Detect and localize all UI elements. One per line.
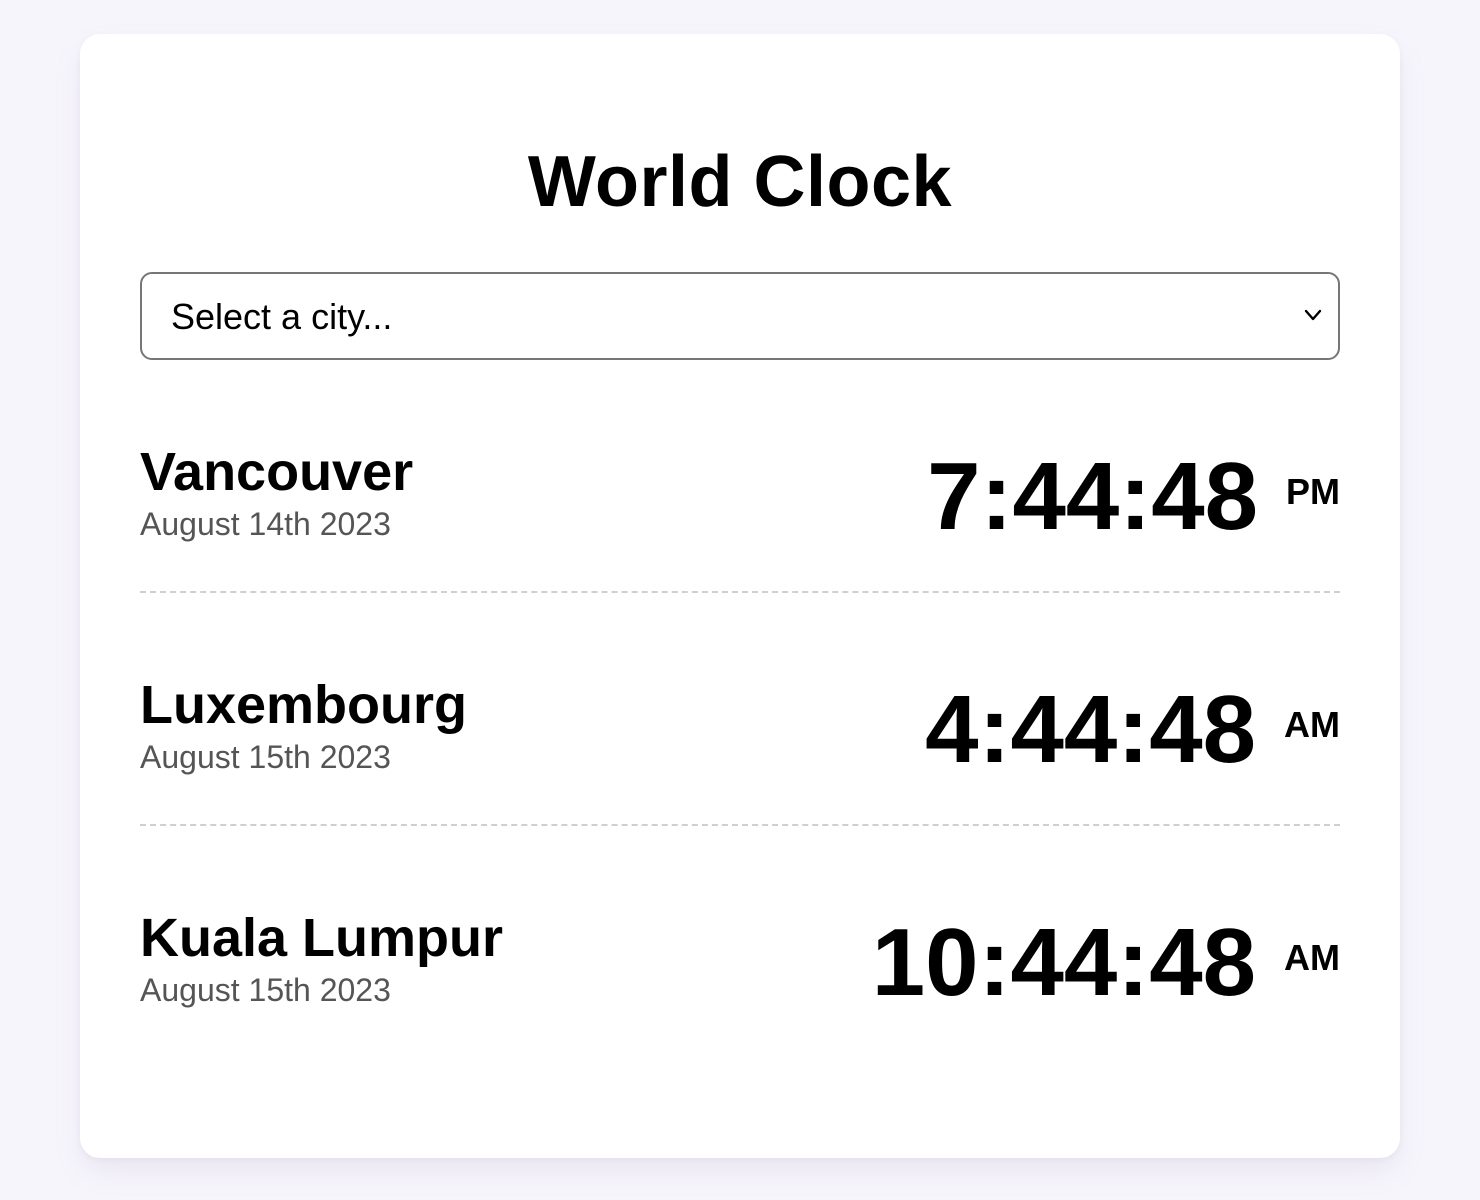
time-period: PM [1286, 471, 1340, 512]
city-date: August 15th 2023 [140, 739, 391, 775]
city-info: Vancouver August 14th 2023 [140, 442, 413, 542]
city-time: 10:44:48 AM [872, 908, 1340, 1018]
time-period: AM [1284, 704, 1340, 745]
city-date: August 15th 2023 [140, 972, 391, 1008]
city-time: 7:44:48 PM [927, 442, 1340, 552]
city-list: Vancouver August 14th 2023 7:44:48 PM Lu… [140, 360, 1340, 1059]
city-select[interactable]: Select a city... [140, 272, 1340, 360]
city-info: Luxembourg August 15th 2023 [140, 675, 467, 775]
time-value: 10:44:48 [871, 909, 1256, 1016]
city-row-luxembourg: Luxembourg August 15th 2023 4:44:48 AM [140, 593, 1340, 826]
chevron-down-icon [1304, 309, 1322, 321]
city-select-value: Select a city... [171, 296, 393, 337]
city-name: Luxembourg [140, 675, 468, 735]
time-value: 7:44:48 [927, 443, 1258, 550]
city-name: Vancouver [140, 442, 414, 502]
page-title: World Clock [527, 142, 953, 222]
city-date: August 14th 2023 [140, 506, 391, 542]
city-info: Kuala Lumpur August 15th 2023 [140, 908, 503, 1008]
city-row-vancouver: Vancouver August 14th 2023 7:44:48 PM [140, 360, 1340, 593]
city-name: Kuala Lumpur [140, 908, 504, 968]
world-clock-card: World Clock Select a city... Vancouver A… [80, 34, 1400, 1158]
time-value: 4:44:48 [925, 676, 1256, 783]
time-period: AM [1284, 937, 1340, 978]
city-time: 4:44:48 AM [925, 675, 1340, 785]
city-row-kuala-lumpur: Kuala Lumpur August 15th 2023 10:44:48 A… [140, 826, 1340, 1059]
